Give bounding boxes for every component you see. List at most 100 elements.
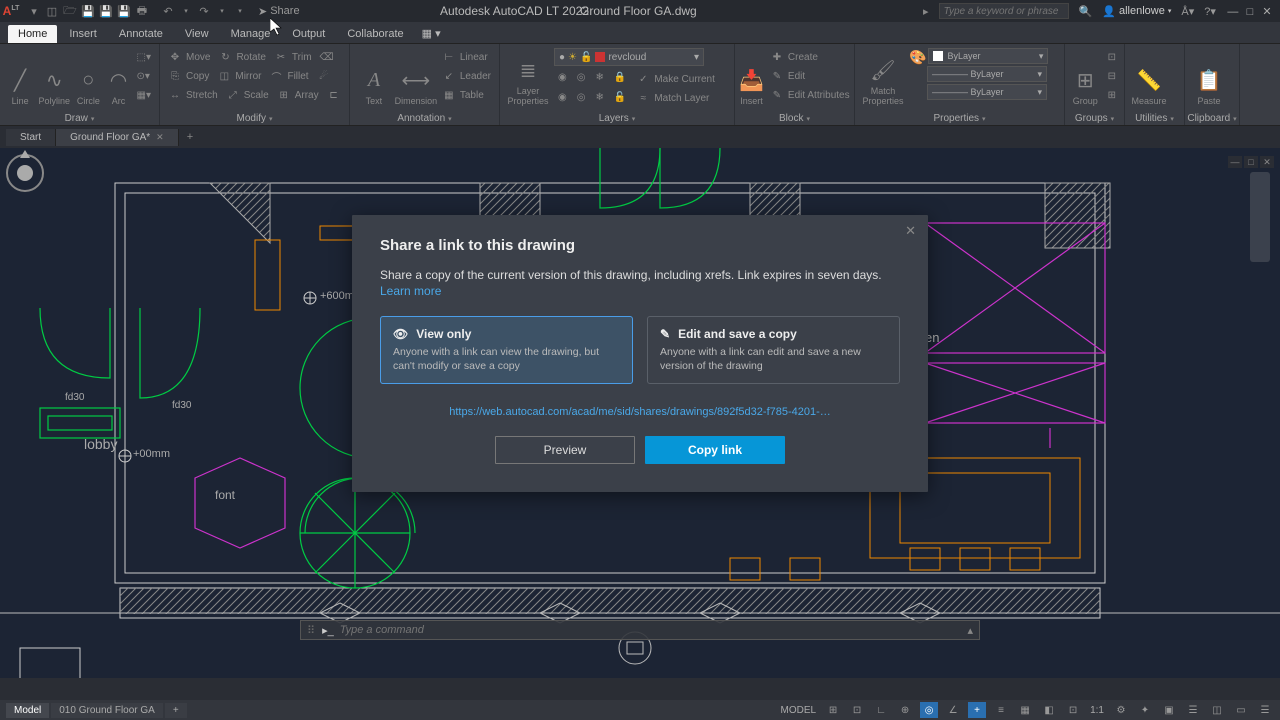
group-button[interactable]: ⊞Group bbox=[1069, 46, 1102, 106]
status-tab-model[interactable]: Model bbox=[6, 703, 49, 718]
draw-misc2[interactable]: ⊙▾ bbox=[133, 67, 155, 85]
polyline-button[interactable]: ∿Polyline bbox=[38, 46, 70, 106]
status-model[interactable]: MODEL bbox=[779, 705, 819, 716]
command-input[interactable] bbox=[340, 624, 962, 636]
command-line[interactable]: ⠿ ▸_ ▴ bbox=[300, 620, 980, 640]
qat-open-icon[interactable]: 🗁 bbox=[62, 3, 78, 19]
qat-plot-icon[interactable]: 🖶 bbox=[134, 3, 150, 19]
tab-insert[interactable]: Insert bbox=[59, 25, 107, 43]
vp-close-icon[interactable]: ✕ bbox=[1260, 156, 1274, 168]
tab-collaborate[interactable]: Collaborate bbox=[337, 25, 413, 43]
match-layer-button[interactable]: ≈Match Layer bbox=[632, 89, 719, 107]
layer-combo[interactable]: ● ☀ 🔓 revcloud ▾ bbox=[554, 48, 704, 66]
layer-un1[interactable]: ◉ bbox=[554, 88, 571, 106]
help-icon[interactable]: ?▾ bbox=[1204, 5, 1216, 18]
status-tab-layout[interactable]: 010 Ground Floor GA bbox=[51, 703, 163, 718]
qat-redo-drop-icon[interactable]: ▾ bbox=[214, 3, 230, 19]
match-properties-button[interactable]: 🖌Match Properties bbox=[859, 46, 907, 106]
array-button[interactable]: ⊞Array bbox=[273, 86, 323, 104]
lineweight-combo[interactable]: ———— ByLayer▾ bbox=[927, 66, 1047, 82]
trim-button[interactable]: ✂Trim bbox=[270, 48, 316, 66]
search-icon[interactable]: 🔍 bbox=[1079, 5, 1093, 18]
share-url[interactable]: https://web.autocad.com/acad/me/sid/shar… bbox=[380, 406, 900, 418]
learn-more-link[interactable]: Learn more bbox=[380, 284, 900, 298]
qat-save-icon[interactable]: 💾 bbox=[80, 3, 96, 19]
grp3[interactable]: ⊞ bbox=[1104, 86, 1120, 104]
qat-custom-icon[interactable]: ▾ bbox=[232, 3, 248, 19]
panel-label-layers[interactable]: Layers bbox=[504, 112, 730, 125]
draw-misc3[interactable]: ▦▾ bbox=[133, 86, 155, 104]
qat-redo-icon[interactable]: ↷ bbox=[196, 3, 212, 19]
scale-button[interactable]: ⤢Scale bbox=[222, 86, 273, 104]
layer-properties-button[interactable]: ≣Layer Properties bbox=[504, 46, 552, 106]
layer-un3[interactable]: ❄ bbox=[591, 88, 607, 106]
measure-button[interactable]: 📏Measure bbox=[1129, 46, 1169, 106]
vp-max-icon[interactable]: □ bbox=[1244, 156, 1258, 168]
block-edit-button[interactable]: ✎Edit bbox=[766, 67, 854, 85]
make-current-button[interactable]: ✓Make Current bbox=[632, 70, 719, 88]
offset-button[interactable]: ⊏ bbox=[323, 86, 345, 104]
fillet-button[interactable]: ⌒Fillet bbox=[265, 67, 312, 85]
clean-icon[interactable]: ▭ bbox=[1232, 702, 1250, 718]
dialog-close-icon[interactable]: ✕ bbox=[905, 223, 916, 239]
status-scale[interactable]: 1:1 bbox=[1088, 705, 1106, 716]
gear-icon[interactable]: ⚙ bbox=[1112, 702, 1130, 718]
tpy-icon[interactable]: ▦ bbox=[1016, 702, 1034, 718]
tab-annotate[interactable]: Annotate bbox=[109, 25, 173, 43]
draw-misc1[interactable]: ⬚▾ bbox=[133, 48, 155, 66]
qat-new-icon[interactable]: ▾ bbox=[26, 3, 42, 19]
arc-button[interactable]: ◠Arc bbox=[106, 46, 130, 106]
option-edit-copy[interactable]: ✎Edit and save a copy Anyone with a link… bbox=[647, 316, 900, 384]
polar-icon[interactable]: ⊕ bbox=[896, 702, 914, 718]
dimension-button[interactable]: ⟷Dimension bbox=[396, 46, 436, 106]
qat-saveweb-icon[interactable]: 💾 bbox=[116, 3, 132, 19]
anno-icon[interactable]: ✦ bbox=[1136, 702, 1154, 718]
linear-button[interactable]: ⊢Linear bbox=[438, 48, 495, 66]
cust-icon[interactable]: ☰ bbox=[1256, 702, 1274, 718]
panel-label-draw[interactable]: Draw bbox=[4, 112, 155, 125]
grp2[interactable]: ⊟ bbox=[1104, 67, 1120, 85]
otrack-icon[interactable]: ∠ bbox=[944, 702, 962, 718]
leader-button[interactable]: ↙Leader bbox=[438, 67, 495, 85]
move-button[interactable]: ✥Move bbox=[164, 48, 214, 66]
iso-icon[interactable]: ◫ bbox=[1208, 702, 1226, 718]
block-attrs-button[interactable]: ✎Edit Attributes bbox=[766, 86, 854, 104]
ortho-icon[interactable]: ∟ bbox=[872, 702, 890, 718]
user-menu[interactable]: 👤 allenlowe ▾ bbox=[1102, 5, 1171, 18]
layer-frz[interactable]: ❄ bbox=[591, 68, 607, 86]
qat-new-icon[interactable]: ◫ bbox=[44, 3, 60, 19]
paste-button[interactable]: 📋Paste bbox=[1189, 46, 1229, 106]
minimize-button[interactable]: — bbox=[1226, 6, 1240, 18]
color-wheel-icon[interactable]: 🎨 bbox=[909, 49, 926, 66]
tab-home[interactable]: Home bbox=[8, 25, 57, 43]
lwt-icon[interactable]: ≡ bbox=[992, 702, 1010, 718]
qat-undo-drop-icon[interactable]: ▾ bbox=[178, 3, 194, 19]
explode-button[interactable]: ☄ bbox=[313, 67, 335, 85]
layer-iso[interactable]: ◉ bbox=[554, 68, 571, 86]
qp-icon[interactable]: ◧ bbox=[1040, 702, 1058, 718]
insert-button[interactable]: 📥Insert bbox=[739, 46, 764, 106]
sc-icon[interactable]: ⊡ bbox=[1064, 702, 1082, 718]
panel-label-block[interactable]: Block bbox=[739, 112, 850, 125]
filetab-close-icon[interactable]: ✕ bbox=[156, 132, 164, 143]
status-tab-new[interactable]: + bbox=[165, 703, 187, 718]
erase-button[interactable]: ⌫ bbox=[316, 48, 338, 66]
panel-label-modify[interactable]: Modify bbox=[164, 112, 345, 125]
mirror-button[interactable]: ◫Mirror bbox=[213, 67, 265, 85]
cmd-expand-icon[interactable]: ▴ bbox=[967, 624, 973, 637]
filetab-new[interactable]: + bbox=[179, 128, 201, 146]
panel-label-annotation[interactable]: Annotation bbox=[354, 112, 495, 125]
dyn-icon[interactable]: + bbox=[968, 702, 986, 718]
layer-un2[interactable]: ◎ bbox=[573, 88, 590, 106]
autodesk-app-icon[interactable]: Å▾ bbox=[1181, 5, 1194, 18]
search-start-icon[interactable]: ▸ bbox=[923, 5, 929, 18]
nav-bar[interactable] bbox=[1250, 172, 1270, 262]
ws-icon[interactable]: ☰ bbox=[1184, 702, 1202, 718]
line-button[interactable]: ╱Line bbox=[4, 46, 36, 106]
filetab-start[interactable]: Start bbox=[6, 129, 56, 146]
copy-link-button[interactable]: Copy link bbox=[645, 436, 785, 464]
panel-label-utilities[interactable]: Utilities bbox=[1129, 112, 1180, 125]
filetab-drawing[interactable]: Ground Floor GA*✕ bbox=[56, 129, 179, 146]
maximize-button[interactable]: □ bbox=[1243, 6, 1257, 18]
table-button[interactable]: ▦Table bbox=[438, 86, 495, 104]
